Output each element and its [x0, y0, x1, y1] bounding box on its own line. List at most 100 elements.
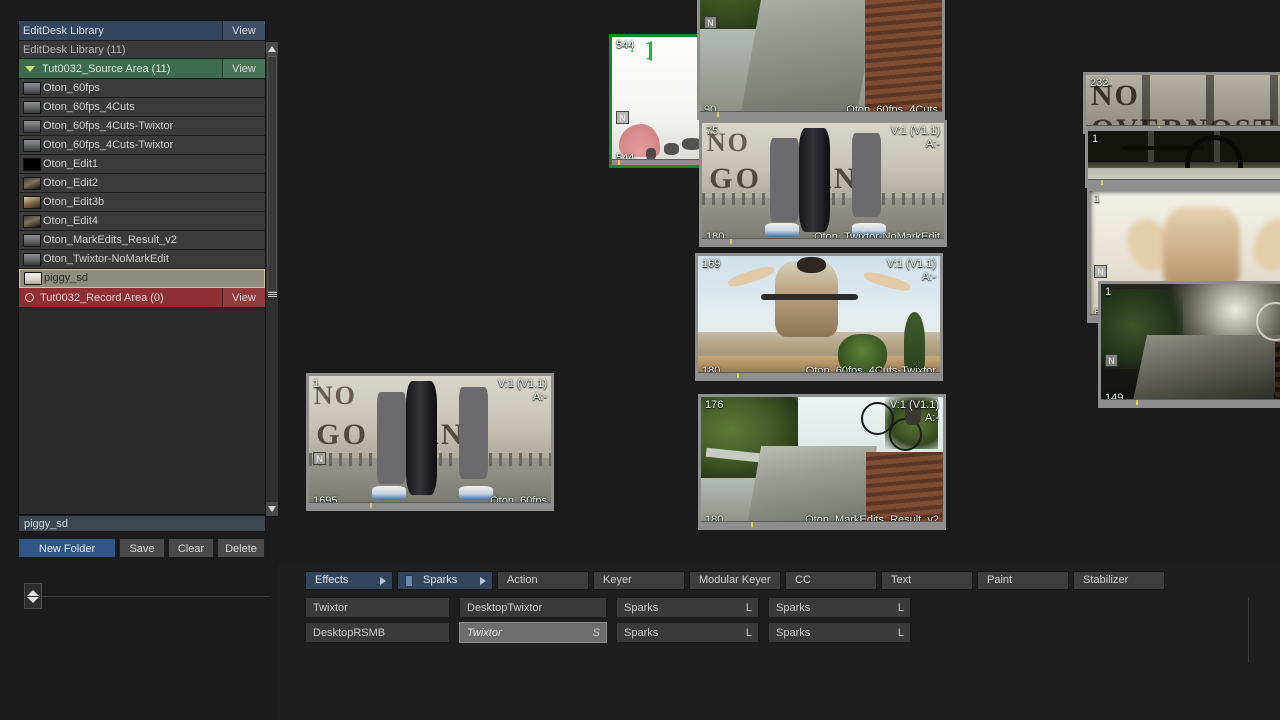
clip-video-track: V:1 (V1.1) — [497, 378, 547, 390]
clip-timeline-strip[interactable] — [698, 372, 940, 378]
effects-panel: Effects Sparks Action Keyer Modular Keyer CC T… — [278, 564, 1280, 720]
library-list-item[interactable]: Oton_MarkEdits_Result_v2 — [19, 231, 265, 250]
clip-timeline-position-marker[interactable] — [717, 112, 719, 117]
clip-frame: 1 149 N — [1101, 284, 1280, 405]
library-list-item[interactable]: Oton_Edit1 — [19, 155, 265, 174]
clip-timeline-position-marker[interactable] — [370, 503, 372, 508]
scroll-down-icon[interactable] — [266, 502, 278, 516]
clip-timeline-position-marker[interactable] — [1101, 180, 1103, 185]
desktop-clip[interactable]: NO GO ORNO 75 V:1 (V1.1) A:- 180 Oton_Twixtor-… — [699, 120, 947, 247]
library-title-bar[interactable]: EditDesk Library View — [19, 21, 265, 41]
clip-thumbnail-icon — [23, 176, 41, 190]
desktop-clip[interactable]: 1 149 N — [1098, 281, 1280, 408]
desktop-clip[interactable]: NO GO ORNO 1 V:1 (V1.1) A:- 1695 Oton_60fps N — [306, 373, 554, 511]
library-list-item[interactable]: Oton_60fps_4Cuts — [19, 98, 265, 117]
tab-cc[interactable]: CC — [785, 571, 877, 590]
tab-text[interactable]: Text — [881, 571, 973, 590]
clip-thumbnail-icon — [23, 214, 41, 228]
clip-timeline-strip[interactable] — [702, 238, 944, 244]
clip-in-frame: 75 — [706, 125, 719, 137]
clip-thumbnail-icon — [23, 195, 41, 209]
library-list-item-label: Oton_Edit1 — [43, 157, 99, 170]
library-list-item[interactable]: Oton_Edit3b — [19, 193, 265, 212]
effects-slot[interactable]: Sparks L — [768, 622, 911, 643]
effects-slot-label: Twixtor — [467, 627, 502, 639]
stack-order-toggle[interactable] — [24, 583, 42, 609]
clip-timeline-position-marker[interactable] — [751, 522, 753, 527]
clip-timeline-position-marker[interactable] — [1136, 400, 1138, 405]
clip-timeline-position-marker[interactable] — [730, 239, 732, 244]
library-new-folder-button[interactable]: New Folder — [18, 538, 116, 558]
desktop-clip-area[interactable]: 544V:1 (V1.1)A:-544piggy_sdN50V:1 (V1.1)… — [278, 0, 1280, 564]
scrollbar-grip-icon[interactable] — [268, 291, 277, 299]
library-folder-record-area[interactable]: Tut0032_Record Area (0) View — [19, 288, 265, 308]
tab-sparks[interactable]: Sparks — [397, 571, 493, 590]
library-name-input[interactable]: piggy_sd — [18, 515, 266, 532]
caret-right-icon[interactable] — [480, 576, 486, 585]
effects-slot[interactable]: Sparks L — [616, 597, 759, 618]
effects-slot[interactable]: Twixtor S — [459, 622, 607, 643]
effects-slot[interactable]: Sparks L — [768, 597, 911, 618]
caret-right-icon[interactable] — [380, 576, 386, 585]
library-scrollbar[interactable] — [265, 41, 279, 517]
library-list-item[interactable]: Oton_Edit2 — [19, 174, 265, 193]
effects-slot[interactable]: Twixtor — [305, 597, 450, 618]
tab-paint[interactable]: Paint — [977, 571, 1069, 590]
library-list-item[interactable]: Oton_60fps — [19, 79, 265, 98]
clip-audio-track: A:- — [921, 271, 936, 283]
clip-in-frame: 1 — [1092, 133, 1099, 145]
effects-slot[interactable]: Sparks L — [616, 622, 759, 643]
scrollbar-thumb[interactable] — [267, 56, 277, 292]
desktop-clip[interactable]: 176 V:1 (V1.1) A:- 180 Oton_MarkEdits_Result… — [698, 394, 946, 530]
clip-thumbnail-icon — [23, 119, 41, 133]
source-area-view-button[interactable]: View — [222, 59, 265, 78]
effects-slot-tag: L — [897, 627, 904, 639]
effects-slot[interactable]: DesktopRSMB — [305, 622, 450, 643]
record-area-view-button[interactable]: View — [222, 288, 265, 307]
library-clear-button[interactable]: Clear — [168, 538, 214, 558]
effects-slot[interactable]: DesktopTwixtor — [459, 597, 607, 618]
library-title-view-button[interactable]: View — [222, 21, 265, 40]
library-list-item[interactable]: Oton_60fps_4Cuts-Twixtor — [19, 117, 265, 136]
desktop-clip[interactable]: 50V:1 (V1.1)A:-90Oton_60fps_4CutsN — [697, 0, 945, 120]
clip-frame: 176 V:1 (V1.1) A:- 180 Oton_MarkEdits_Result… — [701, 397, 943, 527]
desktop-clip[interactable]: 1 — [1085, 128, 1280, 188]
clip-in-frame: 176 — [705, 399, 724, 411]
tab-action[interactable]: Action — [497, 571, 589, 590]
library-list-item[interactable]: Oton_Edit4 — [19, 212, 265, 231]
desktop-clip[interactable]: 169 V:1 (V1.1) A:- 180 Oton_60fps_4Cuts-Twix… — [695, 253, 943, 381]
clip-timeline-position-marker[interactable] — [618, 160, 620, 165]
library-delete-button[interactable]: Delete — [217, 538, 265, 558]
clip-timeline-strip[interactable] — [309, 502, 551, 508]
clip-timeline-position-marker[interactable] — [737, 373, 739, 378]
tab-effects[interactable]: Effects — [305, 571, 393, 590]
library-folder-source-area[interactable]: Tut0032_Source Area (11) View — [19, 59, 265, 79]
tab-modular-keyer[interactable]: Modular Keyer — [689, 571, 781, 590]
clip-preview-image — [1101, 284, 1280, 405]
tab-stabilizer[interactable]: Stabilizer — [1073, 571, 1165, 590]
clip-timeline-strip[interactable] — [701, 521, 943, 527]
clip-thumbnail-icon — [23, 138, 41, 152]
effects-row: DesktopRSMB Twixtor S Sparks L Sparks L — [305, 622, 920, 643]
library-subtitle-row[interactable]: EditDesk Library (11) — [19, 41, 265, 59]
library-save-button[interactable]: Save — [119, 538, 165, 558]
effects-tab-bar: Effects Sparks Action Keyer Modular Keyer CC T… — [305, 571, 1169, 590]
clip-thumbnail-icon — [23, 157, 41, 171]
library-list-item[interactable]: Oton_60fps_4Cuts-Twixtor — [19, 136, 265, 155]
library-list-item-label: Oton_60fps — [43, 81, 100, 94]
effects-slot-tag: L — [745, 602, 752, 614]
tab-keyer[interactable]: Keyer — [593, 571, 685, 590]
tab-label: Text — [891, 574, 912, 586]
clip-timeline-strip[interactable] — [700, 111, 942, 117]
clip-preview-image: NOOVERNOST — [1086, 75, 1280, 131]
clip-timeline-strip[interactable] — [1088, 179, 1280, 185]
library-list-item[interactable]: piggy_sd — [19, 269, 265, 288]
library-list-item-label: Oton_Edit4 — [43, 214, 99, 227]
effects-slot-label: Sparks — [624, 627, 659, 639]
desktop-clip[interactable]: NOOVERNOST232 — [1083, 72, 1280, 134]
clip-timeline-strip[interactable] — [1101, 399, 1280, 405]
clip-thumbnail-icon — [23, 252, 41, 266]
scroll-up-icon[interactable] — [266, 42, 278, 56]
library-list-item[interactable]: Oton_Twixtor-NoMarkEdit — [19, 250, 265, 269]
chevron-down-icon[interactable] — [25, 65, 35, 72]
